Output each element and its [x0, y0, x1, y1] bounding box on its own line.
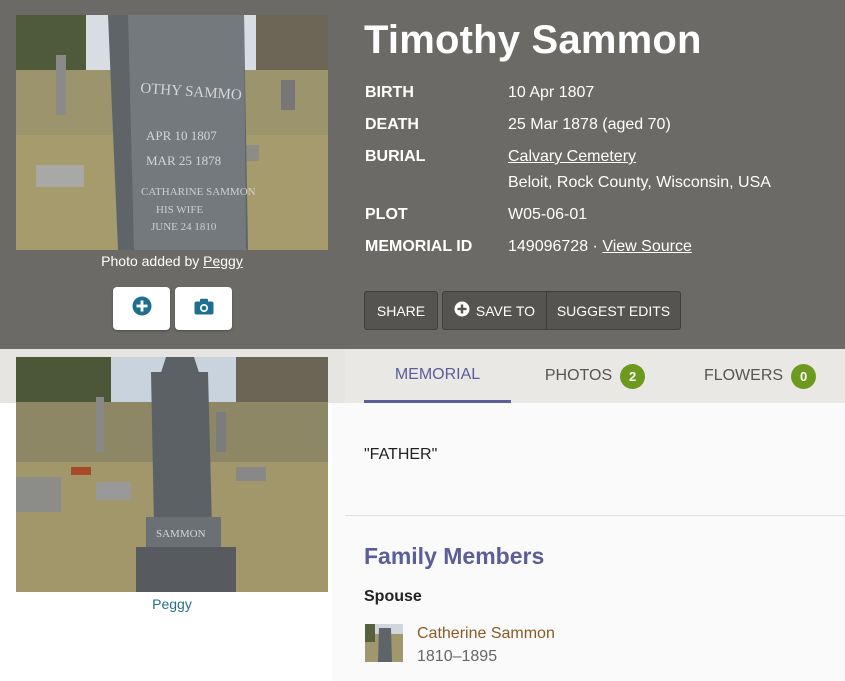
svg-text:HIS WIFE: HIS WIFE	[156, 204, 203, 216]
photo-attribution-prefix: Photo added by	[101, 253, 200, 269]
death-label: DEATH	[365, 116, 419, 133]
birth-value: 10 Apr 1807	[508, 84, 595, 101]
photos-count-badge: 2	[620, 363, 646, 389]
camera-upload-button[interactable]	[175, 287, 232, 330]
share-label: SHARE	[376, 302, 426, 319]
svg-text:MAR 25 1878: MAR 25 1878	[146, 153, 221, 168]
spouse-dates: 1810–1895	[417, 648, 498, 665]
secondary-memorial-photo[interactable]: SAMMON	[16, 357, 328, 592]
camera-icon	[194, 298, 214, 320]
svg-text:JUNE 24 1810: JUNE 24 1810	[151, 221, 217, 233]
death-value: 25 Mar 1878 (aged 70)	[508, 116, 671, 133]
tab-flowers[interactable]: FLOWERS 0	[690, 349, 830, 403]
memorial-name: Timothy Sammon	[364, 18, 702, 62]
memorial-id-value: 149096728 · View Source	[508, 238, 692, 256]
birth-label: BIRTH	[365, 84, 414, 101]
cemetery-link[interactable]: Calvary Cemetery	[508, 148, 636, 165]
suggest-edits-button[interactable]: SUGGEST EDITS	[546, 291, 681, 330]
svg-text:APR 10 1807: APR 10 1807	[146, 128, 217, 143]
memorial-id-number: 149096728 ·	[508, 238, 598, 255]
secondary-photo-caption[interactable]: Peggy	[16, 596, 328, 612]
photo-attribution: Photo added by Peggy	[16, 253, 328, 269]
spouse-thumbnail[interactable]	[365, 624, 403, 662]
main-memorial-photo[interactable]: OTHY SAMMO APR 10 1807 MAR 25 1878 CATHA…	[16, 15, 328, 250]
save-to-button[interactable]: SAVE TO	[442, 291, 547, 330]
share-button[interactable]: SHARE	[364, 291, 438, 330]
tab-photos[interactable]: PHOTOS 2	[525, 349, 665, 403]
tab-memorial[interactable]: MEMORIAL	[364, 349, 511, 403]
plot-value: W05-06-01	[508, 206, 588, 223]
spouse-name-link[interactable]: Catherine Sammon	[417, 625, 555, 643]
memorial-inscription: "FATHER"	[364, 446, 438, 463]
burial-location: Beloit, Rock County, Wisconsin, USA	[508, 174, 771, 191]
view-source-link[interactable]: View Source	[602, 238, 692, 255]
add-photo-icon	[132, 296, 152, 321]
svg-text:SAMMON: SAMMON	[156, 528, 206, 540]
flowers-count-badge: 0	[791, 363, 817, 389]
add-photo-button[interactable]	[113, 287, 170, 330]
tab-photos-label: PHOTOS	[544, 367, 613, 384]
spouse-label: Spouse	[364, 588, 422, 605]
svg-text:CATHARINE SAMMON: CATHARINE SAMMON	[141, 186, 256, 198]
plus-circle-icon	[454, 301, 470, 320]
suggest-edits-label: SUGGEST EDITS	[556, 302, 671, 319]
tab-memorial-label: MEMORIAL	[394, 365, 481, 383]
tab-flowers-label: FLOWERS	[703, 367, 784, 384]
memorial-body	[332, 403, 845, 681]
family-members-heading: Family Members	[364, 543, 545, 569]
section-divider	[345, 515, 845, 516]
save-to-label: SAVE TO	[475, 302, 536, 319]
burial-cemetery: Calvary Cemetery	[508, 148, 636, 166]
photo-contributor-link[interactable]: Peggy	[203, 253, 243, 269]
plot-label: PLOT	[365, 206, 408, 223]
burial-label: BURIAL	[365, 148, 426, 165]
memorial-id-label: MEMORIAL ID	[365, 238, 473, 255]
